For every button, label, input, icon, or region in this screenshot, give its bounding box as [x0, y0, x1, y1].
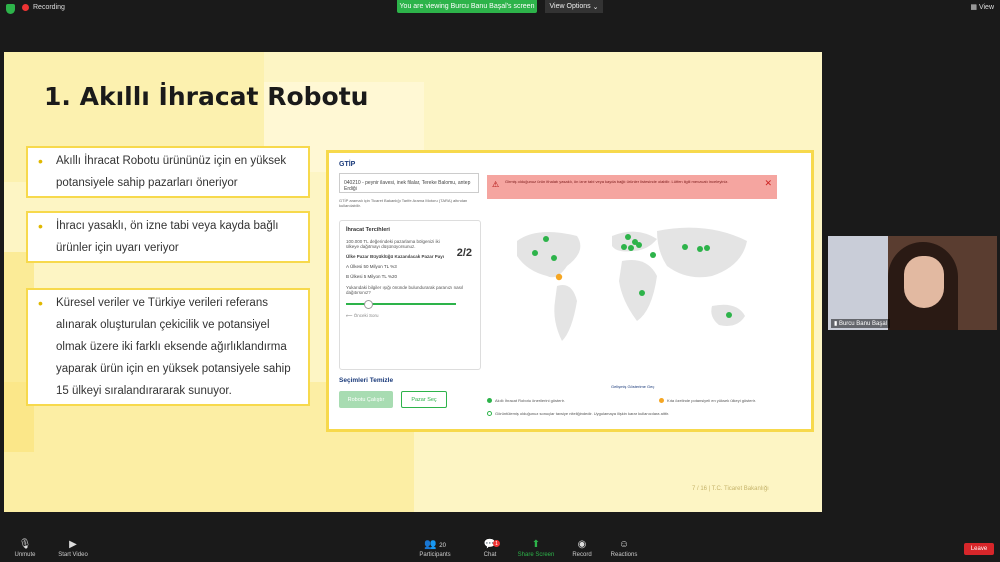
- table-row: A Ülkesi 50 Milyon TL %3: [346, 264, 397, 269]
- allocation-slider[interactable]: [346, 300, 456, 309]
- gtip-note: GTİP aramalı için Ticaret Bakanlığı Tari…: [339, 198, 468, 208]
- table-row: B Ülkesi 5 Milyon TL %20: [346, 274, 398, 279]
- recording-indicator: Recording: [22, 4, 65, 11]
- advanced-view-link[interactable]: Gelişmiş Gösterime Geç: [611, 384, 654, 389]
- leave-button[interactable]: Leave: [964, 543, 994, 555]
- bullet-3: Küresel veriler ve Türkiye verileri refe…: [26, 288, 310, 406]
- select-market-button[interactable]: Pazar Seç: [401, 391, 447, 408]
- bullet-2: İhracı yasaklı, ön izne tabi veya kayda …: [26, 211, 310, 263]
- recording-dot-icon: [22, 4, 29, 11]
- reactions-button[interactable]: ☺ Reactions: [599, 538, 649, 558]
- participants-icon: 👥 20: [424, 539, 446, 550]
- video-off-icon: ▶: [69, 539, 77, 550]
- share-screen-icon: ⬆: [531, 539, 541, 550]
- legend-info: Görüntülemiş olduğunuz sonuçlar tavsiye …: [487, 411, 669, 416]
- video-person-face: [904, 256, 944, 308]
- world-map: [517, 227, 747, 341]
- green-marker-icon: [487, 398, 492, 403]
- top-potential-marker: [555, 273, 563, 281]
- participants-count: 20: [439, 543, 446, 549]
- start-video-label: Start Video: [58, 552, 88, 558]
- participants-button[interactable]: 👥 20 Participants: [410, 538, 460, 558]
- legend-orange: Kıta özelinde potansiyeli en yüksek ülke…: [659, 398, 756, 403]
- microphone-muted-icon: 🎙: [18, 539, 32, 550]
- view-label: View: [978, 4, 994, 11]
- zoom-toolbar: 🎙 Unmute ▶ Start Video 👥 20 Participants 💬 1…: [0, 536, 1000, 562]
- video-window-light: [828, 236, 888, 330]
- zoom-top-bar: Recording You are viewing Burcu Banu Baş…: [0, 0, 1000, 20]
- close-icon[interactable]: ✕: [764, 179, 772, 188]
- participant-video[interactable]: ▮ Burcu Banu Başal: [828, 236, 997, 330]
- reactions-label: Reactions: [610, 552, 638, 558]
- bullet-1: Akıllı İhracat Robotu ürününüz için en y…: [26, 146, 310, 198]
- question-counter: 2/2: [456, 247, 472, 259]
- slide-page-number: 7 / 16 | T.C. Ticaret Bakanlığı: [692, 486, 769, 492]
- view-button[interactable]: ▦ View: [970, 3, 994, 11]
- participants-label: Participants: [419, 552, 451, 558]
- unmute-label: Unmute: [14, 552, 36, 558]
- previous-question-label: Önceki Soru: [353, 313, 379, 318]
- gtip-input[interactable]: 040210 - peynir ilavesi, inek filalar, T…: [339, 173, 479, 193]
- participant-name: ▮ Burcu Banu Başal: [831, 319, 890, 328]
- recording-label: Recording: [33, 4, 65, 11]
- legend-green: Akıllı İhracat Robotu önerilerini göster…: [487, 398, 565, 403]
- record-label: Record: [572, 552, 592, 558]
- chat-badge: 1: [493, 540, 500, 547]
- chat-button[interactable]: 💬 1 Chat: [465, 538, 515, 558]
- grid-icon: ▦: [970, 4, 979, 11]
- clear-selections-link[interactable]: Seçimleri Temizle: [339, 377, 393, 384]
- slide-title: 1. Akıllı İhracat Robotu: [44, 82, 369, 111]
- run-robot-button[interactable]: Robotu Çalıştır: [339, 391, 393, 408]
- record-icon: ◉: [577, 539, 587, 550]
- question-text: Yukarıdaki bilgiler ışığı önünde bulundu…: [346, 285, 464, 295]
- security-shield-icon[interactable]: [6, 4, 15, 14]
- view-options-label: View Options: [549, 3, 591, 10]
- start-video-button[interactable]: ▶ Start Video: [48, 538, 98, 558]
- card-text: 100.000 TL değerindeki pazarlama bölgeni…: [346, 239, 440, 249]
- gtip-label: GTİP: [339, 161, 356, 168]
- legend-info-text: Görüntülemiş olduğunuz sonuçlar tavsiye …: [495, 411, 670, 416]
- export-preferences-card: İhracat Tercihleri 100.000 TL değerindek…: [339, 220, 481, 370]
- share-screen-label: Share Screen: [517, 552, 555, 558]
- viewing-banner: You are viewing Burcu Banu Başal's scree…: [397, 0, 537, 13]
- legend-green-text: Akıllı İhracat Robotu önerilerini göster…: [495, 398, 565, 403]
- warning-icon: ⚠: [492, 180, 500, 189]
- warning-alert: ⚠ Girmiş olduğunuz ürün ithalatı yasaklı…: [487, 175, 777, 199]
- orange-marker-icon: [659, 398, 664, 403]
- alert-text: Girmiş olduğunuz ürün ithalatı yasaklı, …: [505, 179, 729, 184]
- table-header: Ülke Pazar Büyüklüğü Kazanılacak Pazar P…: [346, 254, 445, 259]
- participant-name-text: Burcu Banu Başal: [838, 321, 887, 327]
- view-options-button[interactable]: View Options ⌄: [545, 0, 603, 13]
- embedded-app-screenshot: GTİP 040210 - peynir ilavesi, inek filal…: [326, 150, 814, 432]
- shared-slide: 1. Akıllı İhracat Robotu Akıllı İhracat …: [4, 52, 822, 512]
- chat-label: Chat: [483, 552, 497, 558]
- reactions-icon: ☺: [618, 539, 630, 550]
- unmute-button[interactable]: 🎙 Unmute: [0, 538, 50, 558]
- share-screen-button[interactable]: ⬆ Share Screen: [511, 538, 561, 558]
- chevron-down-icon: ⌄: [592, 3, 599, 11]
- arrow-left-icon: ⟵: [346, 313, 354, 318]
- info-icon: [487, 411, 492, 416]
- previous-question-link[interactable]: ⟵ Önceki Soru: [346, 313, 474, 319]
- card-title: İhracat Tercihleri: [346, 227, 390, 233]
- legend-orange-text: Kıta özelinde potansiyeli en yüksek ülke…: [667, 398, 756, 403]
